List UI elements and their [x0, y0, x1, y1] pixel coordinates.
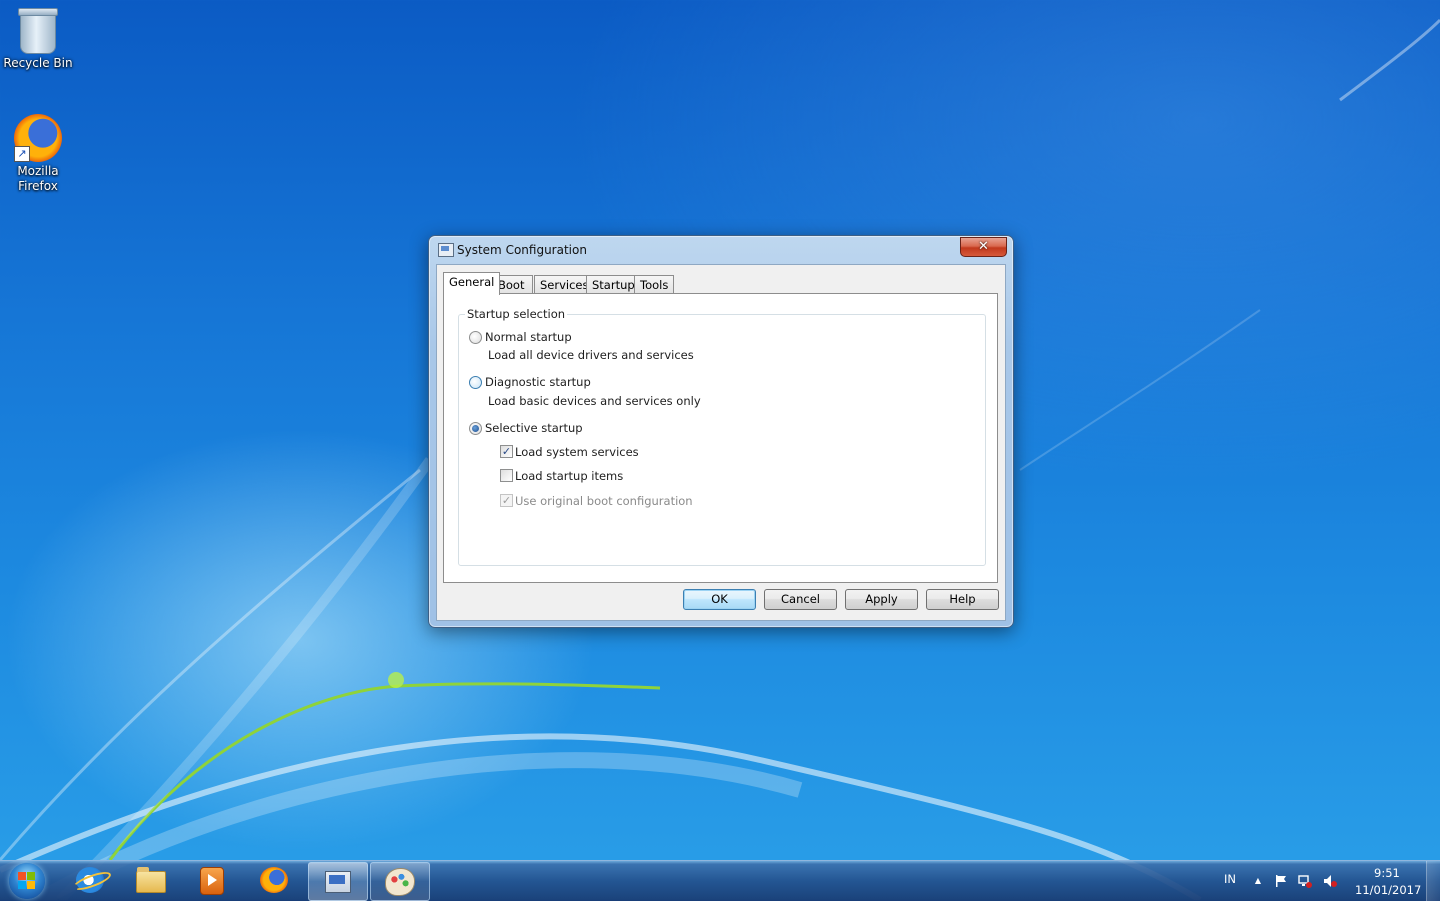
- use-original-boot-configuration-label: Use original boot configuration: [515, 494, 693, 508]
- close-button[interactable]: ✕: [960, 237, 1007, 257]
- recycle-bin-icon: [18, 8, 58, 54]
- taskbar-system-configuration[interactable]: [308, 862, 368, 901]
- load-system-services-label[interactable]: Load system services: [515, 445, 639, 459]
- tab-startup[interactable]: Startup: [586, 275, 641, 294]
- load-startup-items-label[interactable]: Load startup items: [515, 469, 623, 483]
- clock-date[interactable]: 11/01/2017: [1355, 883, 1421, 897]
- firefox-icon: ↗: [14, 114, 62, 162]
- language-indicator[interactable]: IN: [1224, 872, 1236, 886]
- apply-button[interactable]: Apply: [845, 589, 918, 610]
- diagnostic-startup-description: Load basic devices and services only: [488, 394, 701, 408]
- system-configuration-dialog: System Configuration ✕ General Boot Serv…: [428, 235, 1014, 628]
- clock-time[interactable]: 9:51: [1374, 866, 1400, 880]
- normal-startup-label[interactable]: Normal startup: [485, 330, 572, 344]
- startup-selection-group: Startup selection Normal startup Load al…: [458, 307, 986, 566]
- windows-explorer-icon: [136, 867, 166, 893]
- show-desktop-button[interactable]: [1426, 861, 1440, 901]
- firefox-label-line2: Firefox: [18, 179, 58, 193]
- system-configuration-icon: [325, 871, 351, 893]
- startup-selection-title: Startup selection: [465, 307, 568, 321]
- normal-startup-description: Load all device drivers and services: [488, 348, 694, 362]
- selective-startup-radio[interactable]: [469, 422, 482, 435]
- general-tab-panel: Startup selection Normal startup Load al…: [443, 293, 998, 583]
- use-original-boot-configuration-checkbox: ✓: [500, 494, 513, 507]
- start-button[interactable]: [9, 863, 45, 899]
- system-configuration-icon: [438, 243, 454, 257]
- show-hidden-icons-button[interactable]: ▲: [1251, 874, 1265, 888]
- firefox-icon: [260, 867, 288, 893]
- action-center-flag-icon[interactable]: [1274, 874, 1288, 888]
- network-icon[interactable]: [1298, 874, 1312, 888]
- diagnostic-startup-radio[interactable]: [469, 376, 482, 389]
- dialog-titlebar[interactable]: System Configuration ✕: [429, 236, 1013, 264]
- dialog-client-area: General Boot Services Startup Tools Star…: [436, 264, 1006, 621]
- diagnostic-startup-label[interactable]: Diagnostic startup: [485, 375, 591, 389]
- load-system-services-checkbox[interactable]: ✓: [500, 445, 513, 458]
- shortcut-arrow-icon: ↗: [14, 146, 30, 162]
- cancel-button[interactable]: Cancel: [764, 589, 837, 610]
- taskbar-media-player[interactable]: [182, 862, 240, 899]
- help-button[interactable]: Help: [926, 589, 999, 610]
- volume-muted-icon[interactable]: [1323, 874, 1337, 888]
- recycle-bin-label: Recycle Bin: [3, 56, 73, 70]
- dialog-title: System Configuration: [457, 243, 587, 257]
- selective-startup-label[interactable]: Selective startup: [485, 421, 583, 435]
- windows-logo-icon: [18, 872, 36, 890]
- ok-button[interactable]: OK: [683, 589, 756, 610]
- desktop-icon-recycle-bin[interactable]: Recycle Bin: [0, 6, 76, 70]
- desktop-icon-mozilla-firefox[interactable]: ↗ Mozilla Firefox: [0, 114, 76, 194]
- media-player-icon: [200, 867, 224, 895]
- taskbar-firefox[interactable]: [246, 862, 304, 899]
- tab-tools[interactable]: Tools: [634, 275, 674, 294]
- normal-startup-radio[interactable]: [469, 331, 482, 344]
- taskbar: IN ▲ 9:51 11/01/2017: [0, 860, 1440, 901]
- firefox-label-line1: Mozilla: [17, 164, 59, 178]
- tab-general[interactable]: General: [443, 272, 501, 295]
- paint-icon: [385, 868, 415, 896]
- taskbar-internet-explorer[interactable]: [62, 862, 120, 899]
- load-startup-items-checkbox[interactable]: [500, 469, 513, 482]
- internet-explorer-icon: [76, 867, 104, 893]
- taskbar-paint[interactable]: [370, 862, 430, 901]
- taskbar-windows-explorer[interactable]: [122, 862, 180, 899]
